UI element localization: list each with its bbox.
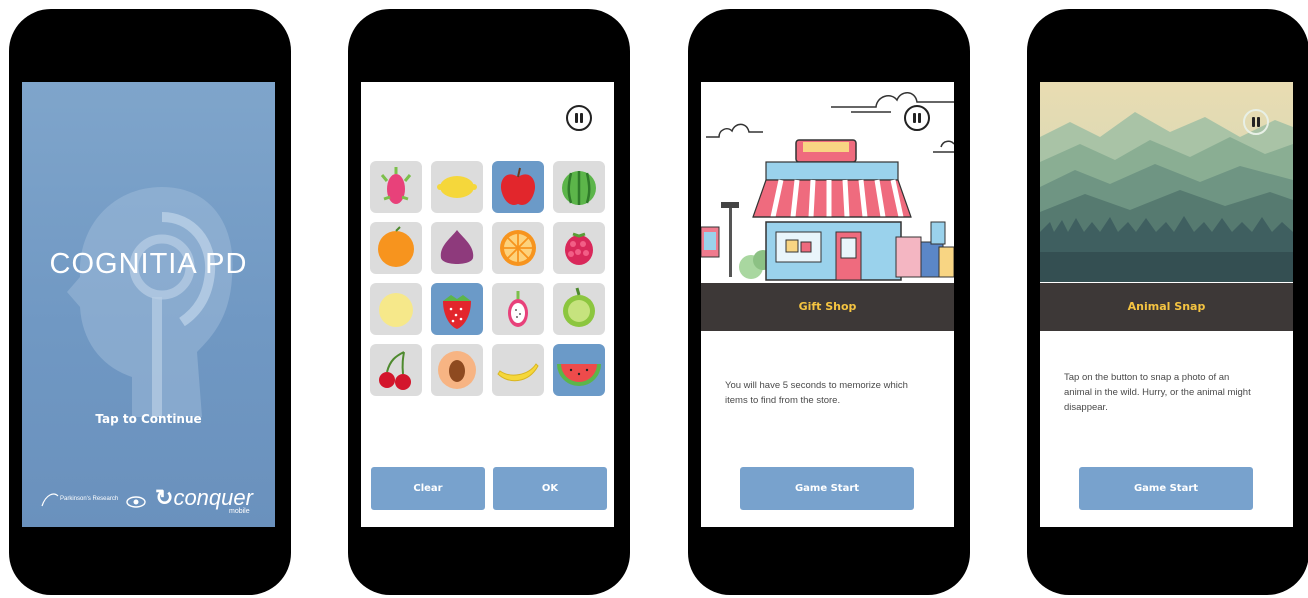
- apple-icon: [500, 167, 536, 205]
- head-silhouette-icon: [67, 187, 233, 417]
- fruit-tile[interactable]: [370, 222, 422, 274]
- melon-icon: [379, 293, 413, 327]
- partner-logo-icon: [41, 493, 59, 507]
- tap-to-continue[interactable]: Tap to Continue: [22, 412, 275, 426]
- fruit-tile[interactable]: [431, 161, 483, 213]
- fruit-tile[interactable]: [492, 222, 544, 274]
- gift-shop-screen: Gift Shop You will have 5 seconds to mem…: [701, 82, 954, 527]
- game-start-button[interactable]: Game Start: [1079, 467, 1253, 510]
- fruit-tile[interactable]: [370, 161, 422, 213]
- fruit-tile[interactable]: [370, 344, 422, 396]
- fruit-tile[interactable]: [370, 283, 422, 335]
- clear-button[interactable]: Clear: [371, 467, 485, 510]
- fruit-tile[interactable]: [553, 344, 605, 396]
- fruit-tile[interactable]: [431, 222, 483, 274]
- splash-screen[interactable]: COGNITIA PD Tap to Continue Parkinson's …: [22, 82, 275, 527]
- lemon-icon: [437, 176, 477, 198]
- strawberry-icon: [443, 295, 471, 329]
- fruit-tile[interactable]: [492, 161, 544, 213]
- peach-icon: [438, 351, 476, 389]
- conquer-logo-sub: mobile: [229, 508, 250, 515]
- fruit-tile[interactable]: [431, 344, 483, 396]
- fruit-tile[interactable]: [553, 222, 605, 274]
- phone-animal-snap: Animal Snap Tap on the button to snap a …: [1027, 9, 1308, 595]
- app-title: COGNITIA PD: [49, 248, 248, 280]
- watermelon-icon: [562, 171, 596, 205]
- phone-splash: COGNITIA PD Tap to Continue Parkinson's …: [9, 9, 291, 595]
- pause-icon[interactable]: [904, 105, 930, 131]
- game-description: You will have 5 seconds to memorize whic…: [725, 380, 908, 406]
- eye-logo-icon: [126, 496, 146, 508]
- fruit-tile[interactable]: [431, 283, 483, 335]
- raspberry-icon: [565, 232, 593, 265]
- dragonfruit-icon: [380, 167, 412, 204]
- game-start-button[interactable]: Game Start: [740, 467, 914, 510]
- fruit-tile[interactable]: [492, 344, 544, 396]
- cherry-icon: [379, 351, 411, 390]
- animal-snap-screen: Animal Snap Tap on the button to snap a …: [1040, 82, 1293, 527]
- banana-icon: [497, 363, 539, 382]
- watermelon-slice-icon: [557, 364, 601, 386]
- dragonfruit-half-icon: [508, 291, 528, 327]
- game-description: Tap on the button to snap a photo of an …: [1064, 372, 1251, 413]
- partner-logo-text: Parkinson's Research: [60, 496, 119, 502]
- orange-slice-icon: [500, 230, 536, 266]
- ok-button[interactable]: OK: [493, 467, 607, 510]
- memory-game-screen: Clear OK: [361, 82, 614, 527]
- lime-icon: [563, 287, 595, 327]
- pause-icon[interactable]: [1243, 109, 1269, 135]
- phone-memory-game: Clear OK: [348, 9, 630, 595]
- game-title-banner: Animal Snap: [1040, 283, 1293, 331]
- conquer-logo-text: conquer: [173, 485, 253, 510]
- fruit-tile[interactable]: [492, 283, 544, 335]
- fruit-tile[interactable]: [553, 283, 605, 335]
- game-title-banner: Gift Shop: [701, 283, 954, 331]
- orange-icon: [378, 226, 414, 267]
- phone-gift-shop: Gift Shop You will have 5 seconds to mem…: [688, 9, 970, 595]
- fig-icon: [440, 230, 474, 264]
- fruit-tile[interactable]: [553, 161, 605, 213]
- pause-icon[interactable]: [566, 105, 592, 131]
